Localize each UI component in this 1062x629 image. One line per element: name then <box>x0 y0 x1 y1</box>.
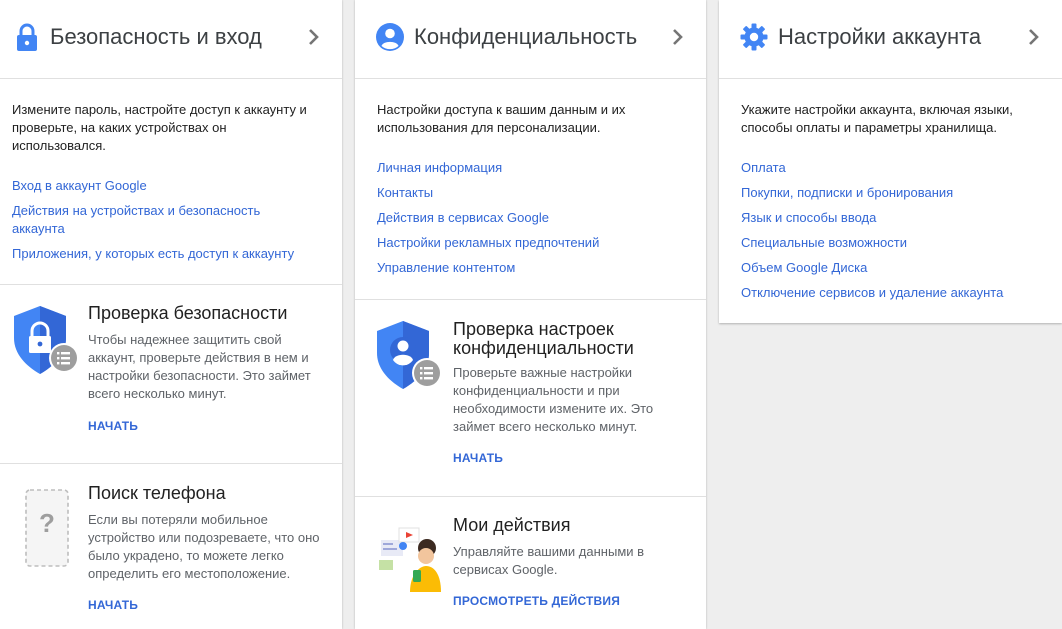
divider <box>355 299 706 300</box>
privacy-description: Настройки доступа к вашим данным и их ис… <box>377 102 626 135</box>
person-icon <box>376 23 404 51</box>
link-delete-account[interactable]: Отключение сервисов и удаление аккаунта <box>741 284 1003 302</box>
divider <box>0 284 342 285</box>
find-phone-description: Если вы потеряли мобильное устройство ил… <box>88 512 320 581</box>
account-card: Настройки аккаунта Укажите настройки акк… <box>719 0 1062 323</box>
link-signin[interactable]: Вход в аккаунт Google <box>12 177 147 195</box>
privacy-checkup-description: Проверьте важные настройки конфиденциаль… <box>453 365 654 434</box>
security-card: Безопасность и вход Измените пароль, нас… <box>0 0 342 629</box>
chevron-right-icon[interactable] <box>1026 24 1042 50</box>
security-title: Безопасность и вход <box>50 24 262 49</box>
my-activity-description: Управляйте вашими данными в сервисах Goo… <box>453 544 645 577</box>
privacy-title: Конфиденциальность <box>414 24 638 49</box>
link-language[interactable]: Язык и способы ввода <box>741 209 876 227</box>
link-personal-info[interactable]: Личная информация <box>377 159 502 177</box>
divider <box>0 463 342 464</box>
find-phone-title: Поиск телефона <box>88 483 226 503</box>
privacy-checkup-start-button[interactable]: НАЧАТЬ <box>453 451 503 465</box>
shield-lock-icon <box>14 306 79 374</box>
account-header[interactable]: Настройки аккаунта <box>719 0 1062 79</box>
security-description: Измените пароль, настройте доступ к акка… <box>12 102 307 153</box>
security-checkup-title: Проверка безопасности <box>88 303 288 323</box>
link-contacts[interactable]: Контакты <box>377 184 433 202</box>
link-ad-settings[interactable]: Настройки рекламных предпочтений <box>377 234 599 252</box>
link-purchases[interactable]: Покупки, подписки и бронирования <box>741 184 953 202</box>
link-accessibility[interactable]: Специальные возможности <box>741 234 907 252</box>
gear-icon <box>740 23 768 51</box>
find-phone-start-button[interactable]: НАЧАТЬ <box>88 598 138 612</box>
security-checkup-description: Чтобы надежнее защитить свой аккаунт, пр… <box>88 332 311 401</box>
shield-person-icon <box>377 321 442 389</box>
divider <box>355 496 706 497</box>
phone-question-icon: ? <box>25 489 69 567</box>
link-connected-apps[interactable]: Приложения, у которых есть доступ к акка… <box>12 245 294 263</box>
my-activity-title: Мои действия <box>453 515 571 535</box>
privacy-card: Конфиденциальность Настройки доступа к в… <box>355 0 706 629</box>
privacy-checkup-title: Проверка настроек конфиденциальности <box>453 319 634 358</box>
lock-icon <box>17 23 37 51</box>
account-title: Настройки аккаунта <box>778 24 982 49</box>
chevron-right-icon[interactable] <box>306 24 322 50</box>
link-content-control[interactable]: Управление контентом <box>377 259 515 277</box>
security-checkup-start-button[interactable]: НАЧАТЬ <box>88 419 138 433</box>
svg-text:?: ? <box>39 508 55 538</box>
chevron-right-icon[interactable] <box>670 24 686 50</box>
link-device-activity[interactable]: Действия на устройствах и безопасность а… <box>12 202 302 238</box>
link-payments[interactable]: Оплата <box>741 159 786 177</box>
privacy-header[interactable]: Конфиденциальность <box>355 0 706 79</box>
link-drive-storage[interactable]: Объем Google Диска <box>741 259 867 277</box>
link-activity-controls[interactable]: Действия в сервисах Google <box>377 209 549 227</box>
my-activity-illustration-icon <box>379 527 441 592</box>
view-activity-button[interactable]: ПРОСМОТРЕТЬ ДЕЙСТВИЯ <box>453 594 620 608</box>
security-header[interactable]: Безопасность и вход <box>0 0 342 79</box>
account-description: Укажите настройки аккаунта, включая язык… <box>741 102 1013 135</box>
